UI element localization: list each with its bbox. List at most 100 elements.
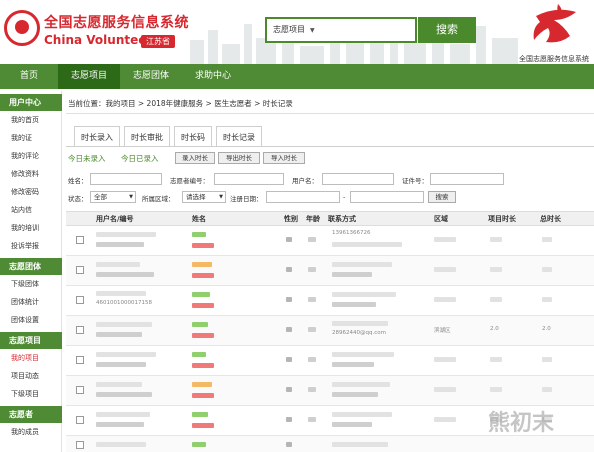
table-row[interactable] — [66, 376, 594, 406]
sidebar-item-group-stats[interactable]: 团体统计 — [0, 293, 61, 311]
enter-hours-button[interactable]: 录入时长 — [175, 152, 215, 164]
table-row[interactable] — [66, 436, 594, 452]
redacted-text — [96, 242, 144, 247]
redacted-gender — [286, 442, 292, 447]
redacted-gender — [286, 417, 292, 422]
redacted-hours — [490, 387, 502, 392]
redacted-name — [192, 393, 214, 398]
redacted-age — [308, 267, 316, 272]
redacted-name — [192, 303, 214, 308]
search-category-value: 志愿项目 — [273, 25, 305, 34]
redacted-contact — [332, 442, 388, 447]
name-input[interactable] — [90, 173, 162, 185]
export-hours-button[interactable]: 导出时长 — [218, 152, 260, 164]
redacted-name — [192, 273, 214, 278]
region-select[interactable]: 请选择 ▼ — [182, 191, 226, 203]
sidebar-item-my-comments[interactable]: 我的评论 — [0, 147, 61, 165]
table-row[interactable]: 28962440@qq.com 滨湖区 2.0 2.0 — [66, 316, 594, 346]
redacted-contact — [332, 242, 402, 247]
redacted-region — [434, 387, 456, 392]
sidebar-item-group-settings[interactable]: 团体设置 — [0, 311, 61, 329]
subtab-not-entered-today[interactable]: 今日未录入 — [68, 153, 106, 164]
tab-hours-record[interactable]: 时长记录 — [216, 126, 262, 147]
sidebar-item-complaints[interactable]: 投诉举报 — [0, 237, 61, 255]
sidebar-section-groups: 志愿团体 — [0, 258, 62, 275]
sidebar-item-sub-groups[interactable]: 下级团体 — [0, 275, 61, 293]
status-select[interactable]: 全部 ▼ — [90, 191, 136, 203]
col-region: 区域 — [434, 215, 448, 223]
tab-hours-entry[interactable]: 时长录入 — [74, 126, 120, 147]
sidebar-item-my-cert[interactable]: 我的证 — [0, 129, 61, 147]
col-contact: 联系方式 — [328, 215, 356, 223]
region-select-value: 请选择 — [186, 193, 206, 201]
redacted-contact — [332, 352, 394, 357]
table-row[interactable] — [66, 346, 594, 376]
redacted-name — [192, 243, 214, 248]
tab-hours-code[interactable]: 时长码 — [174, 126, 212, 147]
tab-hours-approval[interactable]: 时长审批 — [124, 126, 170, 147]
row-checkbox[interactable] — [76, 326, 84, 334]
redacted-region — [434, 237, 456, 242]
table-row[interactable]: 4601001000017158 — [66, 286, 594, 316]
sidebar-item-my-members[interactable]: 我的成员 — [0, 423, 61, 441]
sidebar-item-my-projects[interactable]: 我的项目 — [0, 349, 61, 367]
redacted-contact — [332, 302, 376, 307]
redacted-region — [434, 297, 456, 302]
nav-item-home[interactable]: 首页 — [0, 64, 58, 89]
redacted-contact — [332, 272, 372, 277]
site-title: 全国志愿服务信息系统 — [44, 15, 189, 31]
redacted-contact — [332, 422, 372, 427]
name-label: 姓名： — [68, 177, 88, 185]
sidebar-item-edit-profile[interactable]: 修改资料 — [0, 165, 61, 183]
reg-date-end-input[interactable] — [350, 191, 424, 203]
tab-divider — [66, 146, 594, 147]
col-username: 用户名/编号 — [96, 215, 134, 223]
nav-item-help[interactable]: 求助中心 — [182, 64, 244, 89]
row-checkbox[interactable] — [76, 386, 84, 394]
cert-no-input[interactable] — [430, 173, 504, 185]
main-nav: 首页 志愿项目 志愿团体 求助中心 — [0, 64, 594, 89]
redacted-text — [96, 382, 142, 387]
redacted-total — [542, 267, 552, 272]
sidebar-item-change-password[interactable]: 修改密码 — [0, 183, 61, 201]
reg-date-start-input[interactable] — [266, 191, 340, 203]
redacted-gender — [286, 327, 292, 332]
row-checkbox[interactable] — [76, 236, 84, 244]
redacted-gender — [286, 387, 292, 392]
volunteer-brand-icon — [533, 4, 576, 43]
row-checkbox[interactable] — [76, 296, 84, 304]
redacted-contact — [332, 292, 396, 297]
search-category-select[interactable]: 志愿项目 ▼ — [273, 19, 315, 42]
redacted-name — [192, 363, 214, 368]
import-hours-button[interactable]: 导入时长 — [263, 152, 305, 164]
sidebar-item-training[interactable]: 我的培训 — [0, 219, 61, 237]
search-button[interactable]: 搜索 — [418, 17, 476, 43]
nav-item-projects[interactable]: 志愿项目 — [58, 64, 120, 89]
search-input[interactable]: 志愿项目 ▼ — [265, 17, 417, 43]
redacted-age — [308, 387, 316, 392]
sidebar-item-project-news[interactable]: 项目动态 — [0, 367, 61, 385]
sidebar-item-my-home[interactable]: 我的首页 — [0, 111, 61, 129]
redacted-total — [542, 297, 552, 302]
row-checkbox[interactable] — [76, 416, 84, 424]
redacted-name — [192, 232, 206, 237]
status-label: 状态： — [68, 195, 88, 203]
volunteer-no-input[interactable] — [214, 173, 284, 185]
row-checkbox[interactable] — [76, 266, 84, 274]
nav-item-groups[interactable]: 志愿团体 — [120, 64, 182, 89]
volunteer-logo-icon[interactable] — [4, 10, 40, 46]
hours-fragment: 2.0 — [490, 326, 499, 332]
contact-fragment: 13961366726 — [332, 230, 371, 236]
row-checkbox[interactable] — [76, 356, 84, 364]
subtab-entered-today[interactable]: 今日已录入 — [121, 153, 159, 164]
table-row[interactable] — [66, 256, 594, 286]
redacted-name — [192, 442, 206, 447]
row-checkbox[interactable] — [76, 441, 84, 449]
table-row[interactable]: 13961366726 — [66, 226, 594, 256]
filter-search-button[interactable]: 搜索 — [428, 191, 456, 203]
sidebar-item-sub-projects[interactable]: 下级项目 — [0, 385, 61, 403]
sidebar-item-messages[interactable]: 站内信 — [0, 201, 61, 219]
redacted-name — [192, 382, 212, 387]
redacted-text — [96, 412, 150, 417]
username-input[interactable] — [322, 173, 394, 185]
